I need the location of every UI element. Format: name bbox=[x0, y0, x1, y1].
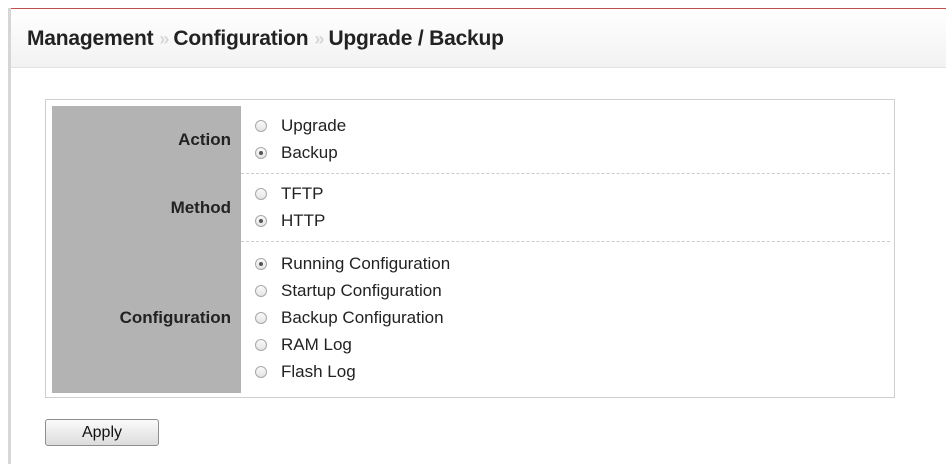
action-options: Upgrade Backup bbox=[241, 106, 890, 174]
configuration-option-ram-log[interactable]: RAM Log bbox=[255, 331, 890, 358]
radio-icon[interactable] bbox=[255, 365, 267, 378]
option-label: Backup Configuration bbox=[281, 307, 444, 327]
configuration-row: Configuration Running Configuration Star… bbox=[52, 242, 890, 393]
method-option-http[interactable]: HTTP bbox=[255, 208, 890, 235]
option-label: Flash Log bbox=[281, 361, 356, 381]
method-row: Method TFTP HTTP bbox=[52, 174, 890, 242]
option-label: TFTP bbox=[281, 184, 324, 203]
breadcrumb: Management» Configuration» Upgrade / Backu… bbox=[27, 27, 504, 51]
radio-icon[interactable] bbox=[255, 311, 267, 324]
method-label: Method bbox=[52, 174, 241, 242]
left-border bbox=[8, 8, 11, 464]
apply-button[interactable]: Apply bbox=[45, 419, 159, 446]
upgrade-backup-form: Action Upgrade Backup Method TFTP HTTP C… bbox=[45, 99, 895, 398]
method-options: TFTP HTTP bbox=[241, 174, 890, 242]
action-option-upgrade[interactable]: Upgrade bbox=[255, 113, 890, 140]
option-label: Startup Configuration bbox=[281, 280, 442, 300]
action-label: Action bbox=[52, 106, 241, 174]
configuration-label: Configuration bbox=[52, 242, 241, 393]
breadcrumb-item-management: Management bbox=[27, 27, 154, 50]
configuration-option-backup[interactable]: Backup Configuration bbox=[255, 304, 890, 331]
option-label: Backup bbox=[281, 143, 338, 162]
breadcrumb-separator-icon: » bbox=[314, 29, 324, 49]
page-title: Upgrade / Backup bbox=[328, 27, 504, 50]
action-option-backup[interactable]: Backup bbox=[255, 140, 890, 167]
radio-icon[interactable] bbox=[255, 120, 267, 132]
option-label: RAM Log bbox=[281, 334, 352, 354]
configuration-option-flash-log[interactable]: Flash Log bbox=[255, 358, 890, 385]
option-label: HTTP bbox=[281, 211, 326, 230]
method-option-tftp[interactable]: TFTP bbox=[255, 181, 890, 208]
page-header: Management» Configuration» Upgrade / Backu… bbox=[11, 9, 946, 68]
action-row: Action Upgrade Backup bbox=[52, 106, 890, 174]
option-label: Running Configuration bbox=[281, 253, 451, 273]
configuration-options: Running Configuration Startup Configurat… bbox=[241, 242, 890, 393]
configuration-option-startup[interactable]: Startup Configuration bbox=[255, 277, 890, 304]
breadcrumb-separator-icon: » bbox=[159, 29, 169, 49]
radio-icon[interactable] bbox=[255, 257, 267, 270]
radio-icon[interactable] bbox=[255, 147, 267, 159]
configuration-option-running[interactable]: Running Configuration bbox=[255, 250, 890, 277]
option-label: Upgrade bbox=[281, 116, 347, 135]
radio-icon[interactable] bbox=[255, 215, 267, 227]
radio-icon[interactable] bbox=[255, 284, 267, 297]
radio-icon[interactable] bbox=[255, 338, 267, 351]
breadcrumb-item-configuration: Configuration bbox=[173, 27, 309, 50]
page: Management» Configuration» Upgrade / Backu… bbox=[0, 0, 946, 464]
radio-icon[interactable] bbox=[255, 188, 267, 200]
